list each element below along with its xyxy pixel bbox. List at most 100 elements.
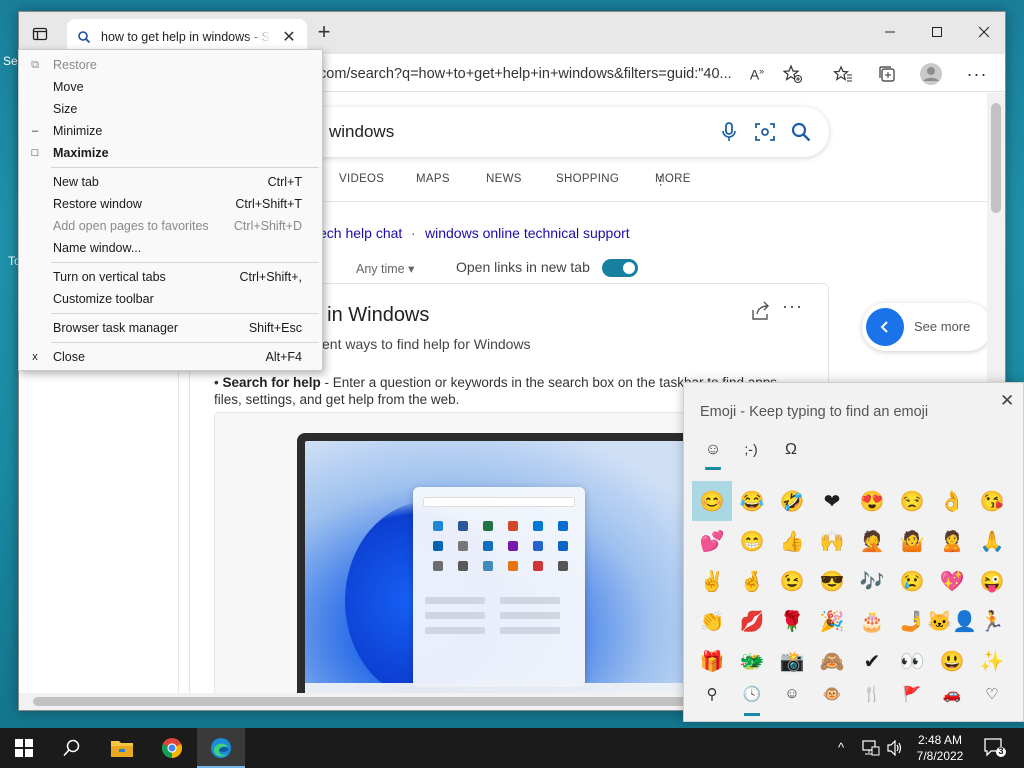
emoji-item[interactable]: 🐱‍👤 (927, 601, 977, 641)
menu-item-minimize[interactable]: – Minimize (19, 120, 322, 142)
chrome-button[interactable] (158, 736, 186, 760)
favorites-button[interactable] (831, 62, 855, 86)
emoji-subcategory-smiley-icon[interactable]: ☺ (780, 685, 804, 709)
file-explorer-button[interactable] (108, 736, 136, 760)
emoji-item[interactable]: ❤ (812, 481, 852, 521)
menu-item-maximize[interactable]: □ Maximize (19, 142, 322, 164)
notification-center-button[interactable]: 3 (984, 738, 1006, 761)
menu-item-new-tab[interactable]: New tab Ctrl+T (19, 171, 322, 193)
new-tab-button[interactable]: + (313, 21, 335, 44)
emoji-item[interactable]: 💖 (932, 561, 972, 601)
vertical-scroll-thumb[interactable] (991, 103, 1001, 213)
emoji-item[interactable]: 🤷 (892, 521, 932, 561)
emoji-item[interactable]: 😃 (932, 641, 972, 681)
search-input[interactable]: windows (329, 122, 394, 142)
card-more-button[interactable]: ··· (782, 296, 803, 317)
menu-item-name-window[interactable]: Name window... (19, 237, 322, 259)
emoji-item[interactable]: ✔ (852, 641, 892, 681)
emoji-item[interactable]: 😂 (732, 481, 772, 521)
menu-item-vertical-tabs[interactable]: Turn on vertical tabs Ctrl+Shift+, (19, 266, 322, 288)
share-icon[interactable] (750, 300, 772, 322)
emoji-category-emoji[interactable]: ☺ (700, 441, 726, 470)
emoji-item[interactable]: 🌹 (772, 601, 812, 641)
emoji-item[interactable]: 😁 (732, 521, 772, 561)
emoji-item[interactable]: 😢 (892, 561, 932, 601)
emoji-item[interactable]: 🎶 (852, 561, 892, 601)
emoji-item[interactable]: 😉 (772, 561, 812, 601)
menu-item-close[interactable]: x Close Alt+F4 (19, 346, 322, 368)
volume-button[interactable] (886, 739, 904, 759)
time-filter-dropdown[interactable]: Any time ▾ (356, 261, 414, 276)
emoji-item[interactable]: 🎂 (852, 601, 892, 641)
emoji-item[interactable]: 😘 (972, 481, 1012, 521)
menu-item-size[interactable]: Size (19, 98, 322, 120)
emoji-subcategory-food-icon[interactable]: 🍴 (860, 685, 884, 709)
tab-close-button[interactable]: ✕ (281, 27, 297, 47)
emoji-item[interactable]: 👌 (932, 481, 972, 521)
collections-button[interactable] (875, 62, 899, 86)
emoji-item[interactable]: 🤞 (732, 561, 772, 601)
network-button[interactable] (862, 740, 880, 759)
horizontal-scroll-thumb[interactable] (33, 697, 723, 706)
open-links-toggle[interactable] (602, 259, 638, 277)
start-button[interactable] (10, 736, 38, 760)
emoji-item[interactable]: 😎 (812, 561, 852, 601)
maximize-button[interactable] (914, 12, 960, 52)
menu-item-add-to-favorites[interactable]: Add open pages to favorites Ctrl+Shift+D (19, 215, 322, 237)
emoji-subcategory-recent-icon[interactable]: 🕓 (740, 685, 764, 716)
tab-videos[interactable]: VIDEOS (339, 173, 384, 185)
emoji-panel-close-button[interactable]: ✕ (1000, 391, 1014, 411)
emoji-item[interactable]: 💋 (732, 601, 772, 641)
emoji-category-kaomoji[interactable]: ;-) (738, 441, 764, 463)
emoji-item[interactable]: 🎉 (812, 601, 852, 641)
emoji-item[interactable]: 😊 (692, 481, 732, 521)
tab-maps[interactable]: MAPS (416, 173, 450, 185)
minimize-button[interactable] (867, 12, 913, 52)
emoji-item[interactable]: 🙌 (812, 521, 852, 561)
emoji-subcategory-people-icon[interactable]: 🐵 (820, 685, 844, 709)
show-hidden-icons-button[interactable]: ^ (838, 740, 844, 755)
menu-item-restore-window[interactable]: Restore window Ctrl+Shift+T (19, 193, 322, 215)
tab-shopping[interactable]: SHOPPING (556, 173, 619, 185)
close-window-button[interactable] (961, 12, 1005, 52)
emoji-category-symbols[interactable]: Ω (778, 441, 804, 463)
emoji-item[interactable]: ✨ (972, 641, 1012, 681)
emoji-item[interactable]: 📸 (772, 641, 812, 681)
emoji-item[interactable]: 💕 (692, 521, 732, 561)
settings-more-button[interactable]: ··· (965, 62, 989, 86)
emoji-item[interactable]: 🎁 (692, 641, 732, 681)
menu-item-restore[interactable]: ⧉ Restore (19, 54, 322, 76)
system-clock[interactable]: 2:48 AM 7/8/2022 (910, 732, 970, 764)
search-box[interactable]: windows (299, 107, 829, 157)
emoji-item[interactable]: 😒 (892, 481, 932, 521)
emoji-item[interactable]: 🙏 (972, 521, 1012, 561)
emoji-item[interactable]: 😜 (972, 561, 1012, 601)
emoji-item[interactable]: 👀 (892, 641, 932, 681)
emoji-item[interactable]: 😍 (852, 481, 892, 521)
emoji-item[interactable]: 🤦 (852, 521, 892, 561)
menu-item-task-manager[interactable]: Browser task manager Shift+Esc (19, 317, 322, 339)
see-more-button[interactable]: See more (862, 303, 989, 351)
emoji-item[interactable]: 👏 (692, 601, 732, 641)
emoji-item[interactable]: 🏃 (972, 601, 1012, 641)
tab-news[interactable]: NEWS (486, 173, 522, 185)
menu-item-move[interactable]: Move (19, 76, 322, 98)
edge-button[interactable] (207, 736, 235, 760)
address-bar[interactable]: com/search?q=how+to+get+help+in+windows&… (319, 61, 749, 87)
emoji-item[interactable]: ✌ (692, 561, 732, 601)
emoji-item[interactable]: 🐲 (732, 641, 772, 681)
emoji-subcategory-car-icon[interactable]: 🚗 (940, 685, 964, 709)
emoji-subcategory-flag-icon[interactable]: 🚩 (900, 685, 924, 709)
taskbar-search-button[interactable] (58, 736, 86, 760)
tab-actions-button[interactable] (29, 23, 51, 45)
voice-search-button[interactable] (717, 120, 741, 144)
read-aloud-button[interactable]: A» (745, 62, 769, 86)
search-submit-button[interactable] (789, 120, 813, 144)
emoji-item[interactable]: 🙎 (932, 521, 972, 561)
add-favorite-button[interactable] (781, 62, 805, 86)
related-search-link[interactable]: ech help chat (319, 225, 402, 241)
emoji-item[interactable]: 👍 (772, 521, 812, 561)
visual-search-button[interactable] (753, 120, 777, 144)
emoji-item[interactable]: 🤳 (892, 601, 932, 641)
emoji-subcategory-search-icon[interactable]: ⚲ (700, 685, 724, 709)
